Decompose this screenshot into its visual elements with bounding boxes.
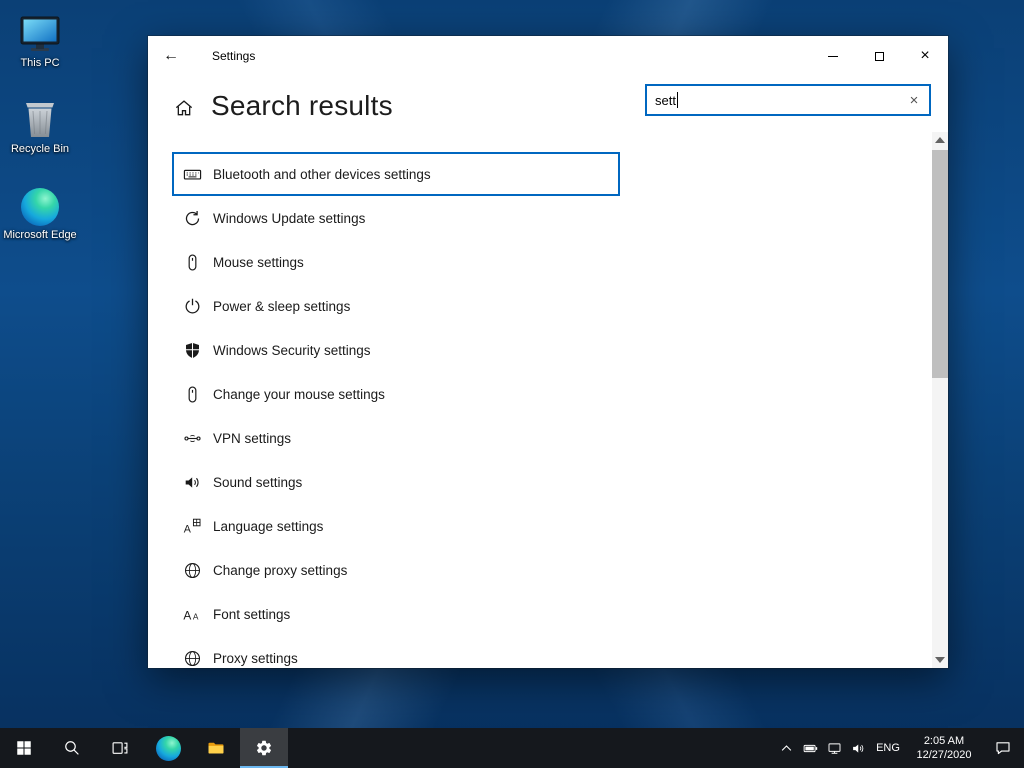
result-label: Font settings xyxy=(213,607,290,622)
desktop-icon-label: This PC xyxy=(20,57,59,70)
result-change-your-mouse[interactable]: Change your mouse settings xyxy=(172,372,620,416)
desktop-icon-this-pc[interactable]: This PC xyxy=(2,8,78,70)
result-power-sleep[interactable]: Power & sleep settings xyxy=(172,284,620,328)
clock[interactable]: 2:05 AM 12/27/2020 xyxy=(906,728,982,768)
mouse-icon xyxy=(183,385,202,404)
file-explorer-button[interactable] xyxy=(192,728,240,768)
sync-icon xyxy=(183,209,202,228)
result-label: Proxy settings xyxy=(213,651,298,666)
network-status-button[interactable] xyxy=(822,728,846,768)
result-label: Bluetooth and other devices settings xyxy=(213,167,431,182)
result-windows-update[interactable]: Windows Update settings xyxy=(172,196,620,240)
settings-taskbar-button[interactable] xyxy=(240,728,288,768)
power-icon xyxy=(183,297,202,316)
battery-icon xyxy=(803,741,818,756)
result-label: Language settings xyxy=(213,519,323,534)
back-arrow-icon: ← xyxy=(163,47,179,65)
desktop-icon-label: Recycle Bin xyxy=(11,143,69,156)
globe-icon xyxy=(183,649,202,668)
desktop-icon-recycle-bin[interactable]: Recycle Bin xyxy=(2,94,78,156)
search-text: sett xyxy=(655,93,676,108)
result-label: Change proxy settings xyxy=(213,563,347,578)
close-icon: × xyxy=(920,48,929,64)
close-button[interactable]: × xyxy=(902,36,948,76)
maximize-button[interactable] xyxy=(856,36,902,76)
defender-shield-icon xyxy=(183,341,202,360)
result-label: Mouse settings xyxy=(213,255,304,270)
search-results-list: Bluetooth and other devices settings Win… xyxy=(172,152,620,668)
desktop-icon-microsoft-edge[interactable]: Microsoft Edge xyxy=(2,180,78,242)
result-vpn-settings[interactable]: VPN settings xyxy=(172,416,620,460)
result-label: Windows Security settings xyxy=(213,343,371,358)
scroll-up-button[interactable] xyxy=(935,137,945,143)
result-label: Power & sleep settings xyxy=(213,299,350,314)
result-sound-settings[interactable]: Sound settings xyxy=(172,460,620,504)
result-label: Windows Update settings xyxy=(213,211,365,226)
settings-window: ← Settings × Search results sett × Bluet… xyxy=(148,36,948,668)
edge-taskbar-button[interactable] xyxy=(144,728,192,768)
language-icon xyxy=(183,517,202,536)
scrollbar[interactable] xyxy=(932,132,948,668)
result-change-proxy[interactable]: Change proxy settings xyxy=(172,548,620,592)
clock-date: 12/27/2020 xyxy=(916,748,971,762)
search-icon xyxy=(63,739,81,757)
text-caret xyxy=(677,92,678,108)
recycle-bin-icon xyxy=(20,94,60,140)
task-view-button[interactable] xyxy=(96,728,144,768)
result-font-settings[interactable]: Font settings xyxy=(172,592,620,636)
minimize-button[interactable] xyxy=(810,36,856,76)
window-title: Settings xyxy=(212,49,255,63)
speaker-icon xyxy=(183,473,202,492)
result-label: Change your mouse settings xyxy=(213,387,385,402)
page-title: Search results xyxy=(211,90,393,122)
maximize-icon xyxy=(875,52,884,61)
scroll-thumb[interactable] xyxy=(932,150,948,378)
clock-time: 2:05 AM xyxy=(924,734,964,748)
result-language-settings[interactable]: Language settings xyxy=(172,504,620,548)
action-center-icon xyxy=(994,739,1012,757)
home-icon xyxy=(174,98,194,118)
result-proxy-settings[interactable]: Proxy settings xyxy=(172,636,620,668)
start-button[interactable] xyxy=(0,728,48,768)
clear-search-button[interactable]: × xyxy=(899,86,929,114)
folder-icon xyxy=(207,739,225,757)
action-center-button[interactable] xyxy=(982,728,1024,768)
desktop-icon-column: This PC Recycle Bin Microsoft Edge xyxy=(2,8,78,242)
edge-icon xyxy=(156,736,181,761)
this-pc-icon xyxy=(18,8,62,54)
result-bluetooth-and-other-devices[interactable]: Bluetooth and other devices settings xyxy=(172,152,620,196)
volume-icon xyxy=(851,741,866,756)
battery-status-button[interactable] xyxy=(798,728,822,768)
desktop-icon-label: Microsoft Edge xyxy=(3,229,76,242)
font-icon xyxy=(183,605,202,624)
vpn-icon xyxy=(183,429,202,448)
titlebar: ← Settings × xyxy=(148,36,948,76)
windows-logo-icon xyxy=(15,739,33,757)
taskbar: ENG 2:05 AM 12/27/2020 xyxy=(0,728,1024,768)
mouse-icon xyxy=(183,253,202,272)
back-button[interactable]: ← xyxy=(148,36,194,76)
globe-icon xyxy=(183,561,202,580)
volume-button[interactable] xyxy=(846,728,870,768)
task-view-icon xyxy=(111,739,129,757)
chevron-up-icon xyxy=(779,741,794,756)
gear-icon xyxy=(255,739,273,757)
result-mouse-settings[interactable]: Mouse settings xyxy=(172,240,620,284)
edge-icon xyxy=(21,180,59,226)
scroll-down-button[interactable] xyxy=(935,657,945,663)
network-icon xyxy=(827,741,842,756)
minimize-icon xyxy=(828,56,838,57)
keyboard-icon xyxy=(183,165,202,184)
system-tray: ENG 2:05 AM 12/27/2020 xyxy=(774,728,1024,768)
language-indicator[interactable]: ENG xyxy=(870,728,906,768)
tray-expand-button[interactable] xyxy=(774,728,798,768)
result-label: Sound settings xyxy=(213,475,302,490)
taskbar-search-button[interactable] xyxy=(48,728,96,768)
result-label: VPN settings xyxy=(213,431,291,446)
search-input[interactable]: sett × xyxy=(645,84,931,116)
result-windows-security[interactable]: Windows Security settings xyxy=(172,328,620,372)
